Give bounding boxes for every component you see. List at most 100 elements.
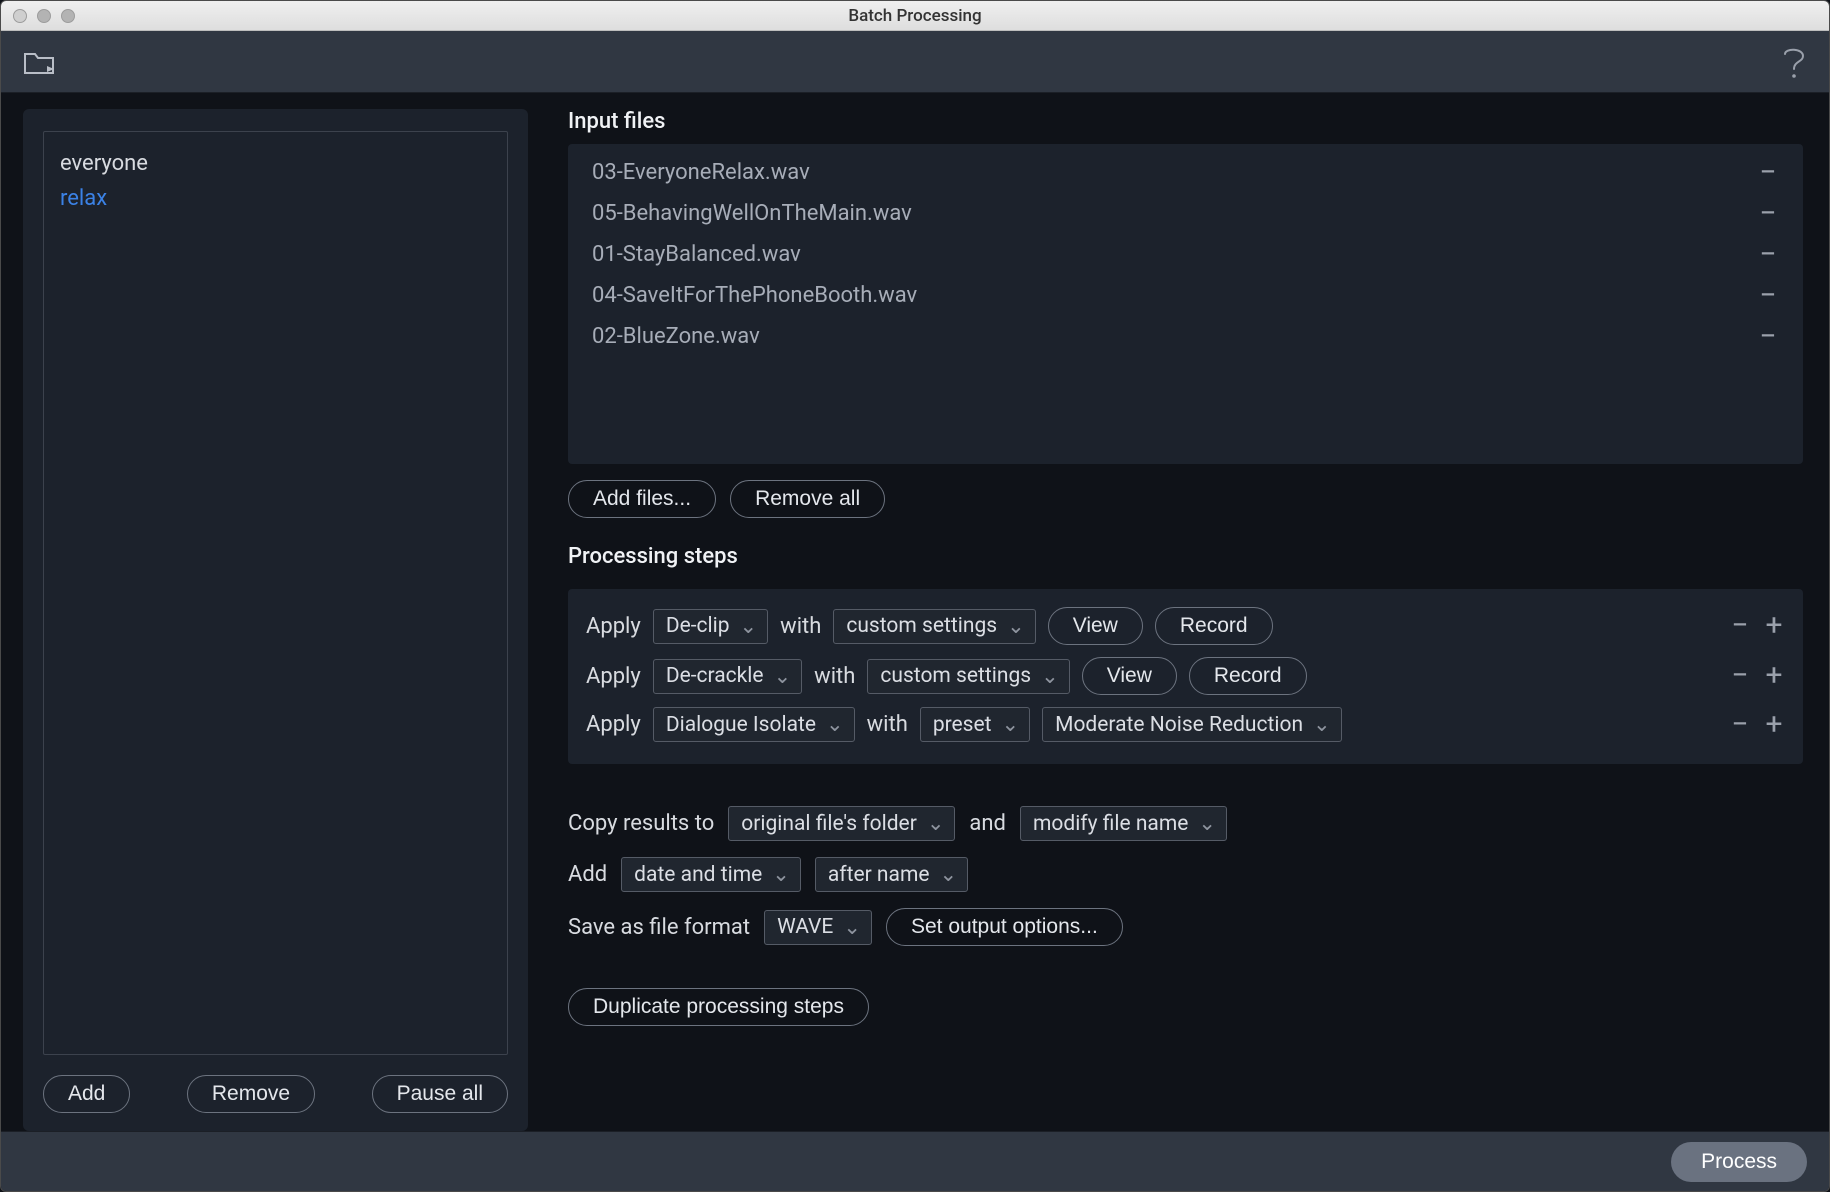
preset-sidebar: everyonerelax Add Remove Pause all [23,109,528,1131]
destination-select[interactable]: original file's folder ⌄ [728,806,955,841]
window-title: Batch Processing [848,6,981,26]
with-label: with [780,614,821,639]
step-add-remove: −+ [1729,665,1785,687]
chevron-down-icon: ⌄ [772,862,790,887]
add-step-icon[interactable]: + [1763,714,1785,736]
chevron-down-icon: ⌄ [1041,664,1059,689]
main-area: everyonerelax Add Remove Pause all Input… [1,93,1829,1131]
input-files-heading: Input files [568,109,1803,134]
add-step-icon[interactable]: + [1763,615,1785,637]
with-label: with [867,712,908,737]
preset-item[interactable]: everyone [60,146,491,181]
toolbar [1,31,1829,93]
suffix-type-value: date and time [634,863,762,887]
chevron-down-icon: ⌄ [1198,811,1216,836]
chevron-down-icon: ⌄ [1313,712,1331,737]
record-button[interactable]: Record [1155,607,1273,645]
input-files-panel: 03-EveryoneRelax.wav−05-BehavingWellOnTh… [568,144,1803,464]
mode-select[interactable]: preset ⌄ [920,707,1030,742]
remove-file-icon[interactable]: − [1757,285,1779,307]
folder-run-icon[interactable] [23,48,55,76]
view-button[interactable]: View [1082,657,1177,695]
input-file-name: 02-BlueZone.wav [592,324,760,349]
mode-select-value: custom settings [880,664,1031,688]
suffix-type-select[interactable]: date and time ⌄ [621,857,801,892]
apply-label: Apply [586,614,641,639]
destination-value: original file's folder [741,812,917,836]
close-window-icon[interactable] [13,9,27,23]
duplicate-steps-button[interactable]: Duplicate processing steps [568,988,869,1026]
set-output-options-button[interactable]: Set output options... [886,908,1123,946]
remove-step-icon[interactable]: − [1729,714,1751,736]
input-file-row[interactable]: 01-StayBalanced.wav − [586,234,1785,275]
step-add-remove: −+ [1729,714,1785,736]
module-select[interactable]: De-clip ⌄ [653,609,768,644]
add-step-icon[interactable]: + [1763,665,1785,687]
with-label: with [814,664,855,689]
add-suffix-label: Add [568,862,607,887]
module-select[interactable]: De-crackle ⌄ [653,659,802,694]
preset-add-button[interactable]: Add [43,1075,130,1113]
help-icon[interactable] [1781,45,1807,79]
chevron-down-icon: ⌄ [927,811,945,836]
apply-label: Apply [586,712,641,737]
preset-pauseall-button[interactable]: Pause all [372,1075,508,1113]
input-file-row[interactable]: 03-EveryoneRelax.wav − [586,152,1785,193]
processing-step-row: ApplyDialogue Isolate⌄withpreset⌄Moderat… [586,701,1785,748]
remove-file-icon[interactable]: − [1757,244,1779,266]
record-button[interactable]: Record [1189,657,1307,695]
mode-select-value: preset [933,713,992,737]
chevron-down-icon: ⌄ [940,862,958,887]
mode-select[interactable]: custom settings ⌄ [833,609,1035,644]
content-area: Input files 03-EveryoneRelax.wav−05-Beha… [568,109,1829,1131]
name-action-select[interactable]: modify file name ⌄ [1020,806,1227,841]
mode-select[interactable]: custom settings ⌄ [867,659,1069,694]
add-files-button[interactable]: Add files... [568,480,716,518]
chevron-down-icon: ⌄ [1002,712,1020,737]
step-add-remove: −+ [1729,615,1785,637]
remove-file-icon[interactable]: − [1757,326,1779,348]
file-format-select[interactable]: WAVE ⌄ [764,910,872,945]
input-file-name: 04-SaveItForThePhoneBooth.wav [592,283,917,308]
view-button[interactable]: View [1048,607,1143,645]
remove-all-files-button[interactable]: Remove all [730,480,885,518]
processing-step-row: Apply De-clip ⌄ with custom settings ⌄ View Rec… [586,601,1785,651]
copy-results-label: Copy results to [568,811,714,836]
remove-file-icon[interactable]: − [1757,203,1779,225]
module-select-value: De-crackle [666,664,764,688]
input-file-row[interactable]: 02-BlueZone.wav − [586,316,1785,357]
suffix-position-select[interactable]: after name ⌄ [815,857,968,892]
process-button[interactable]: Process [1671,1142,1807,1182]
preset-item[interactable]: relax [60,181,491,216]
preset-select-value: Moderate Noise Reduction [1055,713,1303,737]
remove-step-icon[interactable]: − [1729,665,1751,687]
input-file-name: 05-BehavingWellOnTheMain.wav [592,201,912,226]
chevron-down-icon: ⌄ [843,915,861,940]
remove-file-icon[interactable]: − [1757,162,1779,184]
input-file-row[interactable]: 04-SaveItForThePhoneBooth.wav − [586,275,1785,316]
window-controls [13,9,75,23]
module-select-value: De-clip [666,614,730,638]
remove-step-icon[interactable]: − [1729,615,1751,637]
apply-label: Apply [586,664,641,689]
zoom-window-icon[interactable] [61,9,75,23]
preset-select[interactable]: Moderate Noise Reduction ⌄ [1042,707,1342,742]
input-file-row[interactable]: 05-BehavingWellOnTheMain.wav − [586,193,1785,234]
input-file-name: 01-StayBalanced.wav [592,242,801,267]
file-format-value: WAVE [777,915,833,939]
suffix-position-value: after name [828,863,930,887]
chevron-down-icon: ⌄ [1007,614,1025,639]
chevron-down-icon: ⌄ [740,614,758,639]
input-file-name: 03-EveryoneRelax.wav [592,160,810,185]
module-select[interactable]: Dialogue Isolate⌄ [653,707,855,742]
name-action-value: modify file name [1033,812,1188,836]
titlebar: Batch Processing [1,1,1829,31]
chevron-down-icon: ⌄ [826,712,844,737]
and-label: and [969,811,1006,836]
preset-remove-button[interactable]: Remove [187,1075,315,1113]
chevron-down-icon: ⌄ [774,664,792,689]
processing-steps-panel: Apply De-clip ⌄ with custom settings ⌄ View Rec… [568,589,1803,764]
minimize-window-icon[interactable] [37,9,51,23]
save-as-label: Save as file format [568,915,750,940]
mode-select-value: custom settings [846,614,997,638]
